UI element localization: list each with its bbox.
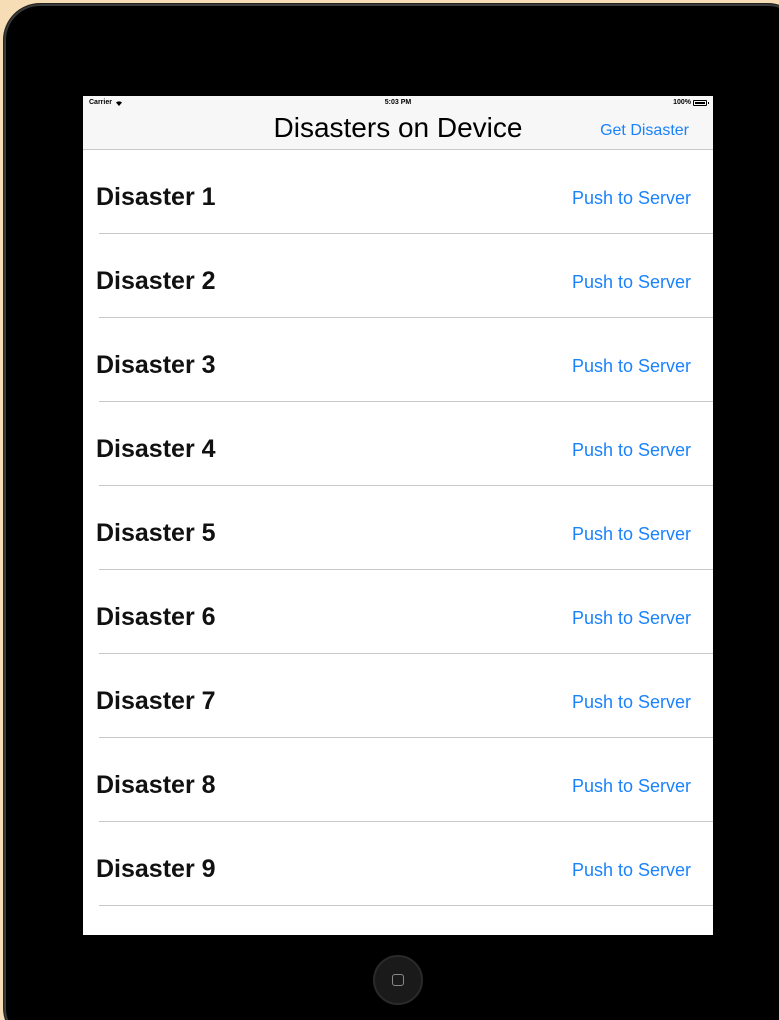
- push-to-server-button[interactable]: Push to Server: [572, 524, 691, 545]
- list-item[interactable]: Disaster 9 Push to Server: [83, 822, 713, 906]
- battery-percent: 100%: [673, 99, 691, 106]
- disaster-title: Disaster 3: [96, 351, 216, 379]
- list-item[interactable]: Disaster 1 Push to Server: [83, 150, 713, 234]
- push-to-server-button[interactable]: Push to Server: [572, 776, 691, 797]
- push-to-server-button[interactable]: Push to Server: [572, 272, 691, 293]
- list-item[interactable]: Disaster 2 Push to Server: [83, 234, 713, 318]
- list-item[interactable]: Disaster 8 Push to Server: [83, 738, 713, 822]
- disaster-title: Disaster 7: [96, 687, 216, 715]
- disaster-title: Disaster 4: [96, 435, 216, 463]
- push-to-server-button[interactable]: Push to Server: [572, 860, 691, 881]
- push-to-server-button[interactable]: Push to Server: [572, 440, 691, 461]
- list-item[interactable]: Disaster 3 Push to Server: [83, 318, 713, 402]
- disaster-title: Disaster 1: [96, 183, 216, 211]
- status-bar: Carrier 5:03 PM 100%: [83, 96, 713, 110]
- list-item[interactable]: Disaster 7 Push to Server: [83, 654, 713, 738]
- disaster-title: Disaster 8: [96, 771, 216, 799]
- list-item[interactable]: Disaster 6 Push to Server: [83, 570, 713, 654]
- battery-icon: [693, 99, 709, 106]
- disaster-title: Disaster 9: [96, 855, 216, 883]
- status-time: 5:03 PM: [384, 99, 412, 106]
- disaster-title: Disaster 2: [96, 267, 216, 295]
- battery-indicator: 100%: [673, 99, 709, 106]
- home-button[interactable]: [373, 955, 423, 1005]
- home-button-icon: [392, 974, 404, 986]
- push-to-server-button[interactable]: Push to Server: [572, 608, 691, 629]
- disaster-list: Disaster 1 Push to Server Disaster 2 Push t…: [83, 150, 713, 906]
- push-to-server-button[interactable]: Push to Server: [572, 188, 691, 209]
- navigation-bar: Disasters on Device Get Disaster: [83, 110, 713, 150]
- row-separator: [99, 905, 713, 906]
- push-to-server-button[interactable]: Push to Server: [572, 356, 691, 377]
- device-screen: Carrier 5:03 PM 100% Disasters on Device…: [83, 96, 713, 935]
- disaster-title: Disaster 6: [96, 603, 216, 631]
- list-item[interactable]: Disaster 4 Push to Server: [83, 402, 713, 486]
- list-item[interactable]: Disaster 5 Push to Server: [83, 486, 713, 570]
- get-disaster-button[interactable]: Get Disaster: [600, 122, 689, 140]
- push-to-server-button[interactable]: Push to Server: [572, 692, 691, 713]
- disaster-title: Disaster 5: [96, 519, 216, 547]
